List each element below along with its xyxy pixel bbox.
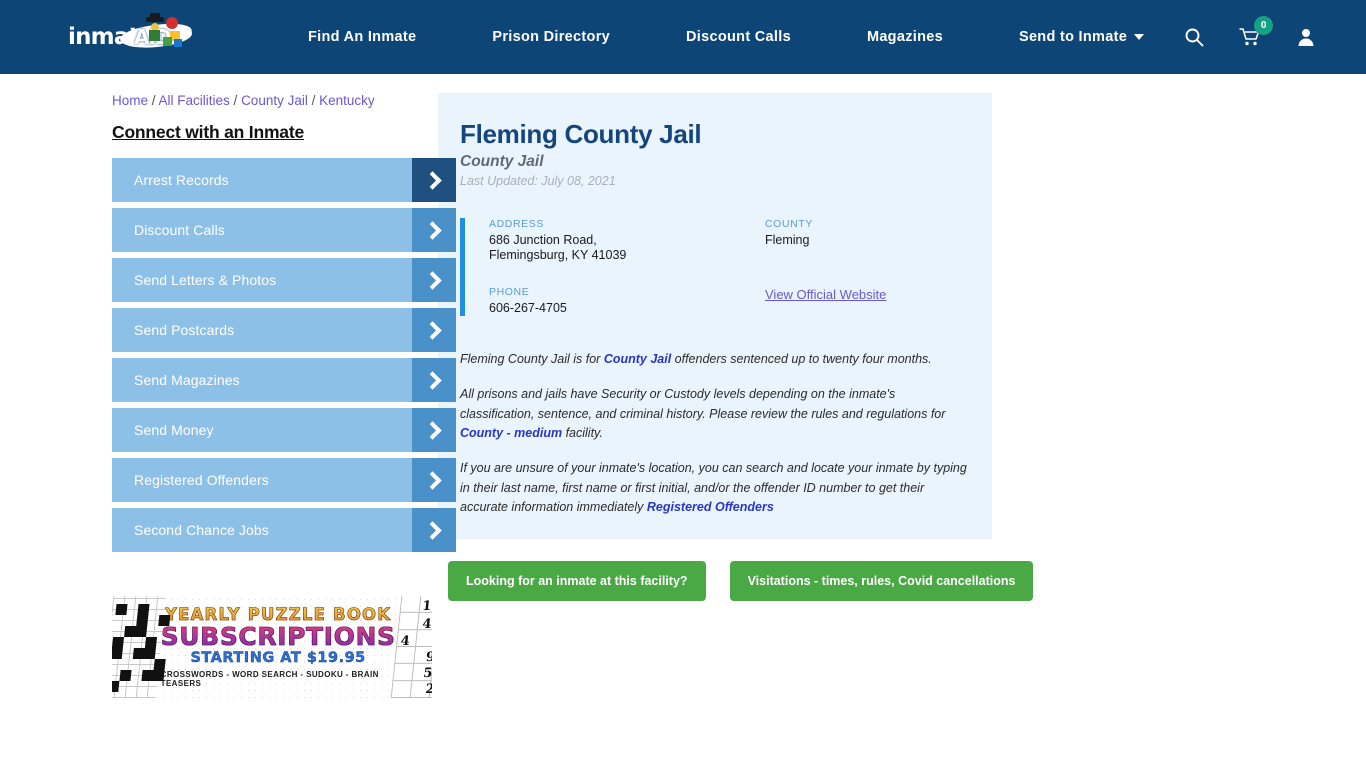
nav-item-magazines[interactable]: Magazines xyxy=(829,29,981,45)
breadcrumb-separator: / xyxy=(229,93,242,108)
sidebar-item-label: Registered Offenders xyxy=(134,472,269,488)
sudoku-number: 2 xyxy=(424,682,432,697)
right-column: Fleming County Jail County Jail Last Upd… xyxy=(390,93,1366,698)
sudoku-number: 9 xyxy=(424,650,432,665)
sidebar-item-send-postcards[interactable]: Send Postcards xyxy=(112,308,456,352)
cart-count-badge: 0 xyxy=(1254,16,1274,35)
breadcrumb-item-all-facilities[interactable]: All Facilities xyxy=(159,93,230,108)
chevron-right-icon xyxy=(412,208,456,252)
registered-offenders-link[interactable]: Registered Offenders xyxy=(647,500,774,514)
nav-item-find-an-inmate[interactable]: Find An Inmate xyxy=(270,29,454,45)
sidebar-item-send-magazines[interactable]: Send Magazines xyxy=(112,358,456,402)
sidebar-item-label: Second Chance Jobs xyxy=(134,522,269,538)
chevron-right-icon xyxy=(412,308,456,352)
logo-character-icon xyxy=(144,13,182,47)
cta-button-row: Looking for an inmate at this facility? … xyxy=(438,561,1366,602)
breadcrumb-separator: / xyxy=(307,93,320,108)
last-updated-text: Last Updated: July 08, 2021 xyxy=(460,174,616,188)
phone-label: PHONE xyxy=(489,285,530,298)
site-logo[interactable]: inmate AID xyxy=(68,13,196,59)
visitations-button[interactable]: Visitations - times, rules, Covid cancel… xyxy=(729,561,1034,602)
phone-group: PHONE 606-267-4705 xyxy=(489,286,765,316)
sidebar-item-send-letters-photos[interactable]: Send Letters & Photos xyxy=(112,258,456,302)
sudoku-number: 5 xyxy=(422,666,432,681)
nav-item-send-to-inmate[interactable]: Send to Inmate xyxy=(981,29,1182,45)
sidebar-item-discount-calls[interactable]: Discount Calls xyxy=(112,208,456,252)
sidebar-item-label: Send Letters & Photos xyxy=(134,272,277,288)
sidebar-heading: Connect with an Inmate xyxy=(112,122,305,142)
nav-links: Find An Inmate Prison Directory Discount… xyxy=(270,29,1182,45)
sidebar-item-registered-offenders[interactable]: Registered Offenders xyxy=(112,458,456,502)
county-medium-link[interactable]: County - medium xyxy=(460,426,562,440)
sidebar-item-label: Discount Calls xyxy=(134,222,225,238)
ad-text-block: YEARLY PUZZLE BOOK SUBSCRIPTIONS STARTIN… xyxy=(160,596,396,698)
breadcrumb-separator: / xyxy=(148,93,159,108)
ad-line-3: STARTING AT $19.95 xyxy=(190,649,366,666)
facility-type: County Jail xyxy=(460,153,544,170)
sidebar-item-send-money[interactable]: Send Money xyxy=(112,408,456,452)
sudoku-number: 4 xyxy=(421,617,432,632)
address-value: 686 Junction Road, Flemingsburg, KY 4103… xyxy=(489,233,627,263)
county-jail-link[interactable]: County Jail xyxy=(604,352,671,366)
desc-p2-text-a: All prisons and jails have Security or C… xyxy=(460,387,946,421)
sidebar-item-arrest-records[interactable]: Arrest Records xyxy=(112,158,456,202)
shopping-cart-icon[interactable]: 0 xyxy=(1238,16,1274,49)
address-group: ADDRESS 686 Junction Road, Flemingsburg,… xyxy=(489,218,765,264)
county-value: Fleming xyxy=(765,233,810,247)
address-label: ADDRESS xyxy=(489,218,544,230)
chevron-right-icon xyxy=(412,258,456,302)
nav-icon-group: 0 xyxy=(1182,16,1318,49)
sidebar-item-label: Send Money xyxy=(134,422,214,438)
ad-line-4: CROSSWORDS - WORD SEARCH - SUDOKU - BRAI… xyxy=(160,669,379,688)
left-column: Home / All Facilities / County Jail / Ke… xyxy=(0,93,456,698)
facility-info-card: Fleming County Jail County Jail Last Upd… xyxy=(438,93,992,540)
nav-item-send-to-inmate-label: Send to Inmate xyxy=(1018,29,1128,45)
desc-p1-text-b: offenders sentenced up to twenty four mo… xyxy=(671,351,932,366)
breadcrumb-item-kentucky[interactable]: Kentucky xyxy=(319,93,375,108)
description-paragraph-2: All prisons and jails have Security or C… xyxy=(460,385,970,443)
chevron-right-icon xyxy=(412,508,456,552)
facility-contact-block: ADDRESS 686 Junction Road, Flemingsburg,… xyxy=(460,218,970,316)
view-official-website-link[interactable]: View Official Website xyxy=(765,287,886,302)
sidebar-item-label: Arrest Records xyxy=(134,172,229,188)
chevron-right-icon xyxy=(412,458,456,502)
main-navbar: inmate AID Find An Inmate Prison Directo… xyxy=(0,0,1366,74)
desc-p1-text-a: Fleming County Jail is for xyxy=(460,351,604,366)
user-account-icon[interactable] xyxy=(1294,25,1318,49)
chevron-right-icon xyxy=(412,158,456,202)
sidebar-item-label: Send Postcards xyxy=(134,322,235,338)
website-group: View Official Website xyxy=(765,286,970,316)
chevron-right-icon xyxy=(412,358,456,402)
crossword-grid-graphic xyxy=(112,596,171,698)
sidebar-item-second-chance-jobs[interactable]: Second Chance Jobs xyxy=(112,508,456,552)
sidebar-item-label: Send Magazines xyxy=(134,372,240,388)
nav-item-discount-calls[interactable]: Discount Calls xyxy=(648,29,829,45)
sudoku-number: 4 xyxy=(399,634,411,649)
page-title: Fleming County Jail xyxy=(460,119,702,149)
county-group: COUNTY Fleming xyxy=(765,218,970,264)
chevron-right-icon xyxy=(412,408,456,452)
sudoku-grid-graphic: 1 4 4 9 5 2 xyxy=(390,596,432,698)
ad-line-2: SUBSCRIPTIONS xyxy=(160,621,396,651)
sudoku-number: 1 xyxy=(421,599,432,614)
breadcrumb-item-home[interactable]: Home xyxy=(112,93,148,108)
nav-item-prison-directory[interactable]: Prison Directory xyxy=(454,29,648,45)
description-paragraph-1: Fleming County Jail is for County Jail o… xyxy=(460,350,970,369)
desc-p2-text-b: facility. xyxy=(562,425,603,440)
search-icon[interactable] xyxy=(1182,25,1206,49)
breadcrumb-item-county-jail[interactable]: County Jail xyxy=(241,93,308,108)
description-paragraph-3: If you are unsure of your inmate's locat… xyxy=(460,459,970,517)
puzzle-book-ad-banner[interactable]: YEARLY PUZZLE BOOK SUBSCRIPTIONS STARTIN… xyxy=(112,596,432,698)
chevron-down-icon xyxy=(1134,34,1145,40)
county-label: COUNTY xyxy=(765,218,813,230)
looking-for-inmate-button[interactable]: Looking for an inmate at this facility? xyxy=(448,561,706,602)
breadcrumb: Home / All Facilities / County Jail / Ke… xyxy=(112,93,390,108)
phone-value: 606-267-4705 xyxy=(489,300,567,315)
page-body: Home / All Facilities / County Jail / Ke… xyxy=(0,74,1366,698)
